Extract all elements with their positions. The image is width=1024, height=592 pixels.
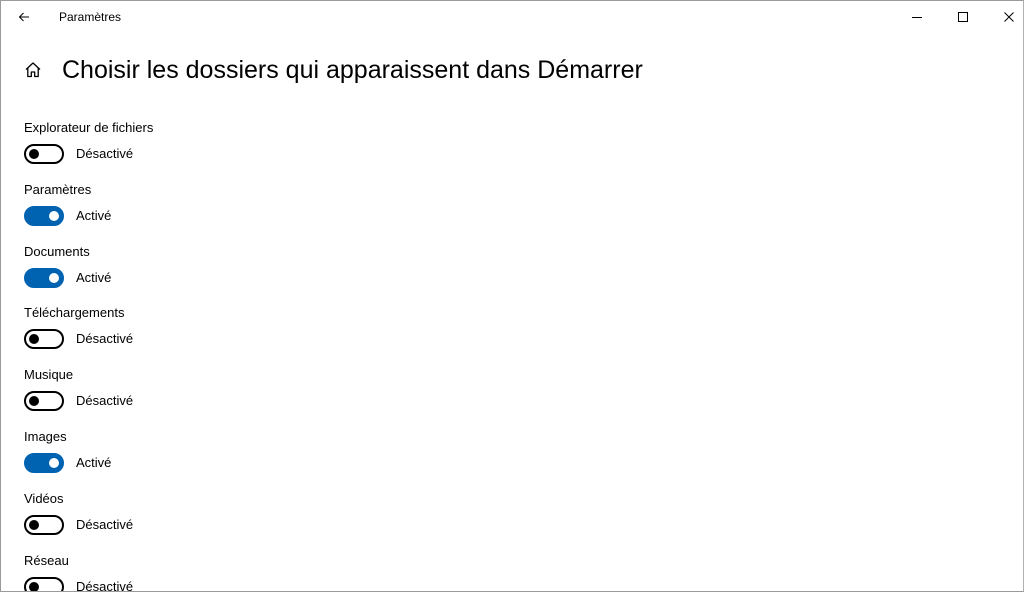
toggle-state-label: Activé	[76, 207, 112, 223]
setting-reseau: Réseau Désactivé	[24, 550, 624, 592]
title-bar[interactable]: Paramètres	[1, 1, 1023, 33]
toggle-knob	[49, 457, 59, 468]
toggle-row[interactable]: Désactivé	[24, 514, 134, 535]
toggle-state-label: Désactivé	[76, 578, 134, 592]
setting-label: Musique	[24, 367, 74, 383]
toggle-row[interactable]: Désactivé	[24, 391, 134, 412]
minimize-button[interactable]	[894, 1, 940, 33]
setting-images: Images Activé	[24, 426, 624, 488]
setting-label: Vidéos	[24, 490, 64, 506]
setting-telechargements: Téléchargements Désactivé	[24, 302, 624, 364]
toggle-knob	[29, 519, 39, 530]
toggle-knob	[29, 149, 39, 159]
folder-settings-list: Explorateur de fichiers Désactivé Paramè…	[24, 117, 624, 592]
toggle-row[interactable]: Activé	[24, 452, 112, 473]
setting-label: Images	[24, 428, 67, 444]
home-button[interactable]	[23, 60, 43, 80]
setting-label: Réseau	[24, 552, 69, 568]
toggle-switch[interactable]	[24, 576, 64, 591]
setting-label: Paramètres	[24, 181, 92, 197]
toggle-state-label: Activé	[76, 269, 112, 285]
setting-explorateur-de-fichiers: Explorateur de fichiers Désactivé	[24, 117, 624, 179]
toggle-row[interactable]: Désactivé	[24, 329, 134, 350]
close-button[interactable]	[986, 1, 1023, 33]
toggle-row[interactable]: Activé	[24, 267, 112, 288]
toggle-row[interactable]: Activé	[24, 205, 112, 226]
arrow-left-icon	[18, 12, 29, 22]
setting-label: Explorateur de fichiers	[24, 120, 154, 135]
toggle-row[interactable]: Désactivé	[24, 576, 134, 592]
setting-label: Téléchargements	[24, 305, 125, 321]
toggle-state-label: Désactivé	[76, 516, 134, 532]
toggle-row[interactable]: Désactivé	[24, 144, 133, 164]
page-header: Choisir les dossiers qui apparaissent da…	[23, 55, 643, 85]
toggle-state-label: Désactivé	[76, 331, 134, 347]
toggle-state-label: Désactivé	[76, 393, 134, 409]
toggle-knob	[49, 210, 59, 221]
setting-videos: Vidéos Désactivé	[24, 488, 624, 550]
close-icon	[1004, 12, 1014, 22]
setting-parametres: Paramètres Activé	[24, 179, 624, 241]
toggle-knob	[29, 581, 39, 591]
toggle-switch[interactable]	[24, 452, 64, 473]
toggle-switch[interactable]	[24, 205, 64, 226]
maximize-button[interactable]	[940, 1, 986, 33]
toggle-switch[interactable]	[24, 391, 64, 412]
toggle-switch[interactable]	[24, 144, 64, 164]
home-icon	[25, 62, 41, 78]
toggle-switch[interactable]	[24, 267, 64, 288]
toggle-switch[interactable]	[24, 329, 64, 350]
back-button[interactable]	[1, 1, 47, 33]
settings-window: Paramètres Choisir les dossiers qui appa…	[0, 0, 1024, 592]
toggle-state-label: Désactivé	[76, 146, 134, 161]
page-title: Choisir les dossiers qui apparaissent da…	[62, 56, 643, 84]
app-title: Paramètres	[59, 10, 122, 24]
minimize-icon	[912, 17, 922, 18]
maximize-icon	[958, 12, 968, 22]
setting-label: Documents	[24, 243, 90, 259]
setting-documents: Documents Activé	[24, 241, 624, 303]
toggle-switch[interactable]	[24, 514, 64, 535]
toggle-knob	[29, 334, 39, 345]
toggle-knob	[49, 272, 59, 283]
setting-musique: Musique Désactivé	[24, 364, 624, 426]
toggle-knob	[29, 396, 39, 407]
toggle-state-label: Activé	[76, 454, 112, 470]
